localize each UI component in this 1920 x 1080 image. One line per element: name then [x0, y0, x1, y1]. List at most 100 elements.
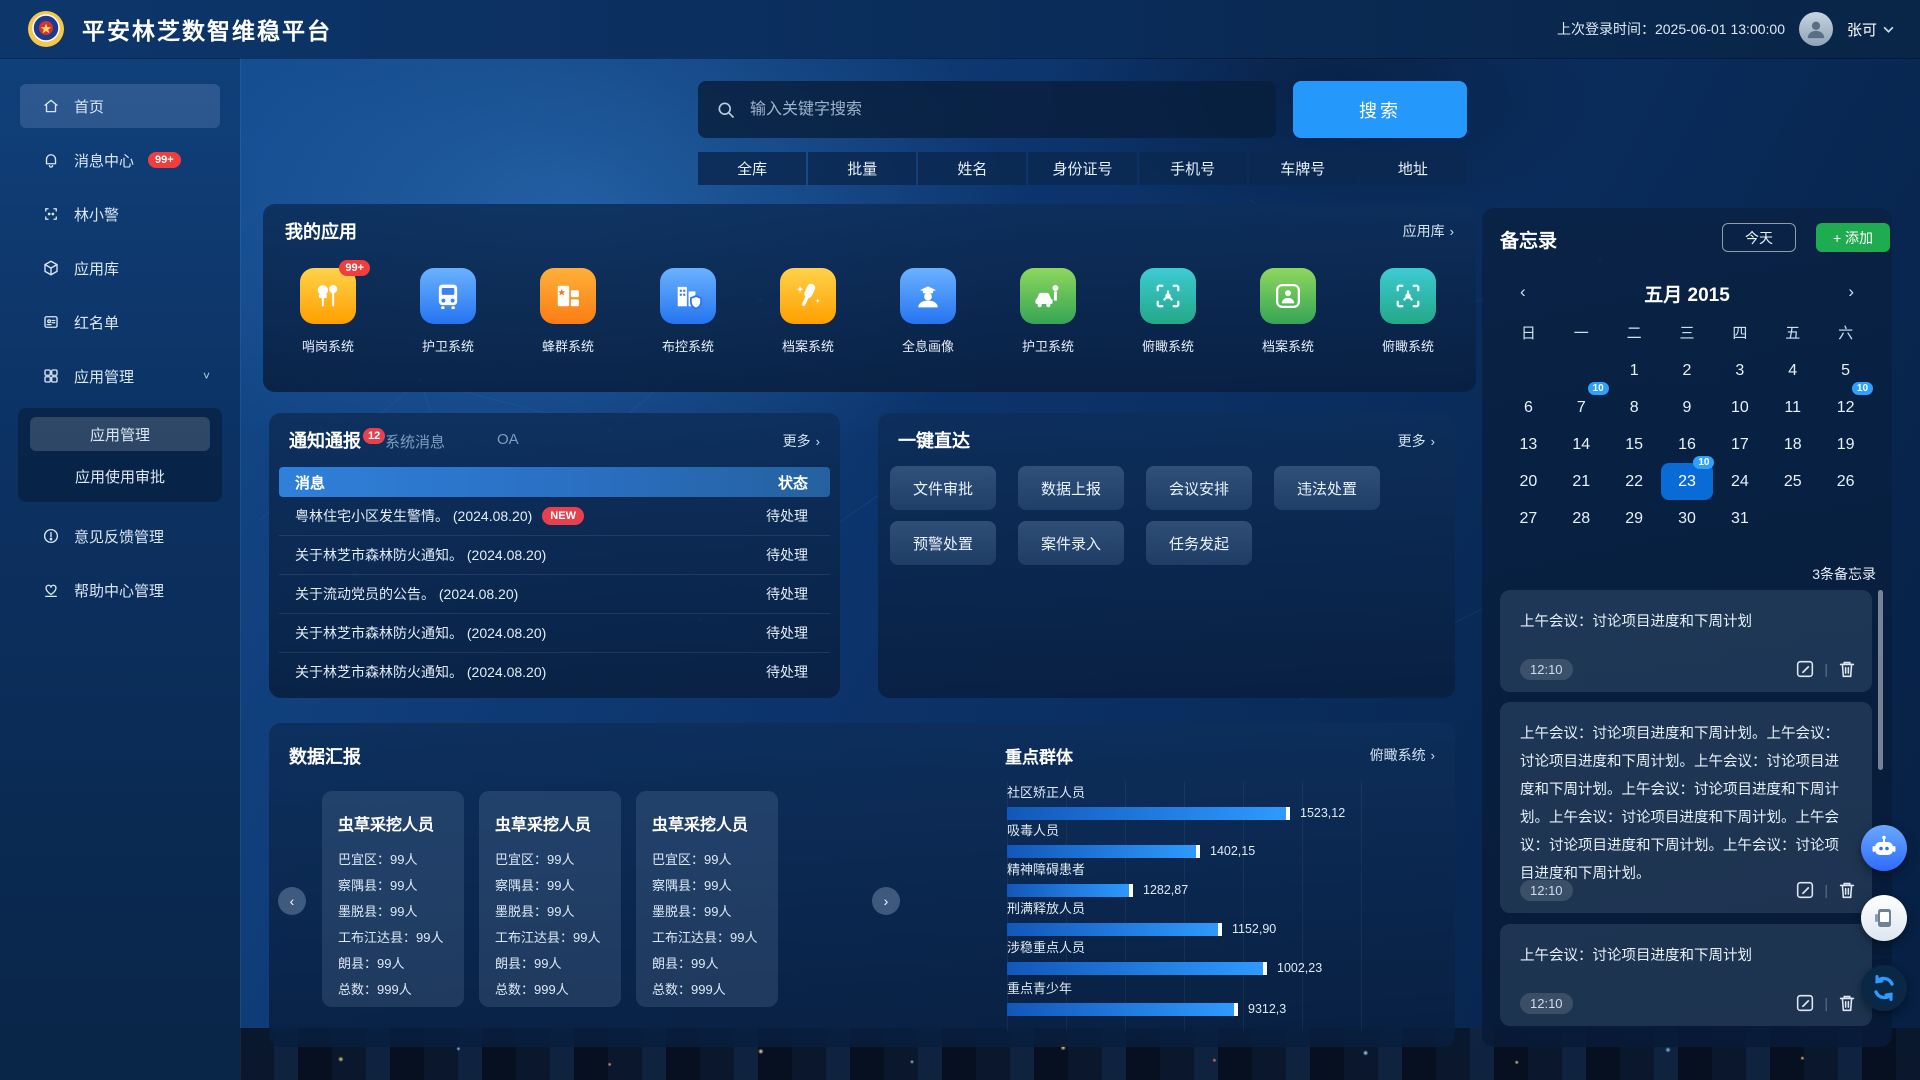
- calendar-day-10[interactable]: 10: [1713, 389, 1766, 426]
- user-menu[interactable]: 张可: [1847, 19, 1894, 40]
- police-emblem-logo: [26, 9, 66, 49]
- search-tab[interactable]: 批量: [808, 152, 916, 185]
- notice-row[interactable]: 粤林住宅小区发生警情。 (2024.08.20)NEW待处理: [279, 497, 830, 536]
- calendar-day-8[interactable]: 8: [1608, 389, 1661, 426]
- notice-row[interactable]: 关于流动党员的公告。 (2024.08.20)待处理: [279, 575, 830, 614]
- calendar-row: 2021222310242526: [1502, 463, 1872, 500]
- calendar-day-2[interactable]: 2: [1661, 352, 1714, 389]
- data-card-stat: 总数：999人: [652, 977, 762, 1003]
- search-tab[interactable]: 车牌号: [1249, 152, 1357, 185]
- calendar-day-19[interactable]: 19: [1819, 426, 1872, 463]
- calendar-day-7[interactable]: 710: [1555, 389, 1608, 426]
- calendar-day-26[interactable]: 26: [1819, 463, 1872, 500]
- chart-bar-label: 刑满释放人员: [1007, 898, 1437, 917]
- app-tile-item[interactable]: 俯瞰系统: [1380, 268, 1436, 355]
- carousel-next-button[interactable]: ›: [872, 887, 900, 915]
- store-icon: [552, 280, 584, 312]
- tab-oa[interactable]: OA: [497, 431, 519, 448]
- calendar-day-27[interactable]: 27: [1502, 500, 1555, 537]
- add-memo-button[interactable]: + 添加: [1816, 223, 1890, 252]
- sidebar-item-6[interactable]: 应用管理˅: [20, 354, 220, 398]
- calendar-day-15[interactable]: 15: [1608, 426, 1661, 463]
- app-tile-item[interactable]: 布控系统: [660, 268, 716, 355]
- app-tile-item[interactable]: 护卫系统: [420, 268, 476, 355]
- sidebar-subitem[interactable]: 应用使用审批: [30, 459, 210, 493]
- app-tile-item[interactable]: 99+哨岗系统: [300, 268, 356, 355]
- carousel-prev-button[interactable]: ‹: [278, 887, 306, 915]
- divider: |: [1824, 995, 1828, 1011]
- calendar-next-month-button[interactable]: ›: [1848, 282, 1854, 302]
- calendar-day-30[interactable]: 30: [1661, 500, 1714, 537]
- app-tile-item[interactable]: 护卫系统: [1020, 268, 1076, 355]
- calendar-day-13[interactable]: 13: [1502, 426, 1555, 463]
- quick-access-button[interactable]: 会议安排: [1146, 466, 1252, 510]
- app-tile-item[interactable]: 档案系统: [1260, 268, 1316, 355]
- search-tab[interactable]: 地址: [1359, 152, 1467, 185]
- sidebar-item-3[interactable]: 林小警: [20, 192, 220, 236]
- overview-system-link[interactable]: 俯瞰系统›: [1370, 745, 1435, 765]
- calendar-day-11[interactable]: 11: [1766, 389, 1819, 426]
- calendar-day-1[interactable]: 1: [1608, 352, 1661, 389]
- user-avatar[interactable]: [1799, 12, 1833, 46]
- search-button[interactable]: 搜索: [1293, 81, 1467, 138]
- sidebar-item-8[interactable]: 帮助中心管理: [20, 568, 220, 612]
- app-tile-item[interactable]: 档案系统: [780, 268, 836, 355]
- edit-memo-icon[interactable]: [1794, 879, 1816, 901]
- calendar-day-4[interactable]: 4: [1766, 352, 1819, 389]
- search-tab[interactable]: 姓名: [918, 152, 1026, 185]
- sync-icon[interactable]: [1861, 965, 1907, 1011]
- memo-scrollbar[interactable]: [1878, 590, 1883, 770]
- quick-access-button[interactable]: 任务发起: [1146, 521, 1252, 565]
- search-input[interactable]: [748, 100, 1258, 120]
- calendar-day-24[interactable]: 24: [1713, 463, 1766, 500]
- calendar-day-22[interactable]: 22: [1608, 463, 1661, 500]
- sidebar-item-4[interactable]: 应用库: [20, 246, 220, 290]
- calendar-day-12[interactable]: 1210: [1819, 389, 1872, 426]
- search-tab[interactable]: 手机号: [1139, 152, 1247, 185]
- edit-memo-icon[interactable]: [1794, 658, 1816, 680]
- search-tab[interactable]: 身份证号: [1028, 152, 1136, 185]
- quick-access-button[interactable]: 数据上报: [1018, 466, 1124, 510]
- tab-system-messages[interactable]: 系统消息: [385, 431, 445, 452]
- notice-row[interactable]: 关于林芝市森林防火通知。 (2024.08.20)待处理: [279, 536, 830, 575]
- sidebar-item-1[interactable]: 首页: [20, 84, 220, 128]
- notices-more-link[interactable]: 更多›: [783, 431, 820, 451]
- notice-row[interactable]: 关于林芝市森林防火通知。 (2024.08.20)待处理: [279, 614, 830, 653]
- search-tab[interactable]: 全库: [698, 152, 806, 185]
- calendar-day-9[interactable]: 9: [1661, 389, 1714, 426]
- calendar-day-28[interactable]: 28: [1555, 500, 1608, 537]
- delete-memo-icon[interactable]: [1836, 658, 1858, 680]
- today-button[interactable]: 今天: [1722, 223, 1796, 252]
- calendar-day-23[interactable]: 2310: [1661, 463, 1714, 500]
- delete-memo-icon[interactable]: [1836, 879, 1858, 901]
- chatbot-icon[interactable]: [1861, 825, 1907, 871]
- app-tile-item[interactable]: 全息画像: [900, 268, 956, 355]
- sidebar-item-5[interactable]: 红名单: [20, 300, 220, 344]
- notice-row[interactable]: 关于林芝市森林防火通知。 (2024.08.20)待处理: [279, 653, 830, 691]
- calendar-day-25[interactable]: 25: [1766, 463, 1819, 500]
- sidebar-item-2[interactable]: 消息中心99+: [20, 138, 220, 182]
- app-tile-item[interactable]: 俯瞰系统: [1140, 268, 1196, 355]
- calendar-day-20[interactable]: 20: [1502, 463, 1555, 500]
- sidebar-subitem[interactable]: 应用管理: [30, 417, 210, 451]
- app-library-link[interactable]: 应用库›: [1403, 221, 1454, 241]
- calendar-day-18[interactable]: 18: [1766, 426, 1819, 463]
- calendar-day-17[interactable]: 17: [1713, 426, 1766, 463]
- app-tile-item[interactable]: 蜂群系统: [540, 268, 596, 355]
- edit-memo-icon[interactable]: [1794, 992, 1816, 1014]
- quick-access-button[interactable]: 预警处置: [890, 521, 996, 565]
- calendar-day-6[interactable]: 6: [1502, 389, 1555, 426]
- calendar-day-31[interactable]: 31: [1713, 500, 1766, 537]
- quick-access-button[interactable]: 文件审批: [890, 466, 996, 510]
- phone-icon[interactable]: [1861, 895, 1907, 941]
- delete-memo-icon[interactable]: [1836, 992, 1858, 1014]
- app-label: 布控系统: [662, 336, 714, 355]
- quick-access-more-link[interactable]: 更多›: [1398, 431, 1435, 451]
- quick-access-button[interactable]: 案件录入: [1018, 521, 1124, 565]
- calendar-day-14[interactable]: 14: [1555, 426, 1608, 463]
- calendar-day-29[interactable]: 29: [1608, 500, 1661, 537]
- sidebar-item-7[interactable]: 意见反馈管理: [20, 514, 220, 558]
- quick-access-button[interactable]: 违法处置: [1274, 466, 1380, 510]
- calendar-day-21[interactable]: 21: [1555, 463, 1608, 500]
- calendar-day-3[interactable]: 3: [1713, 352, 1766, 389]
